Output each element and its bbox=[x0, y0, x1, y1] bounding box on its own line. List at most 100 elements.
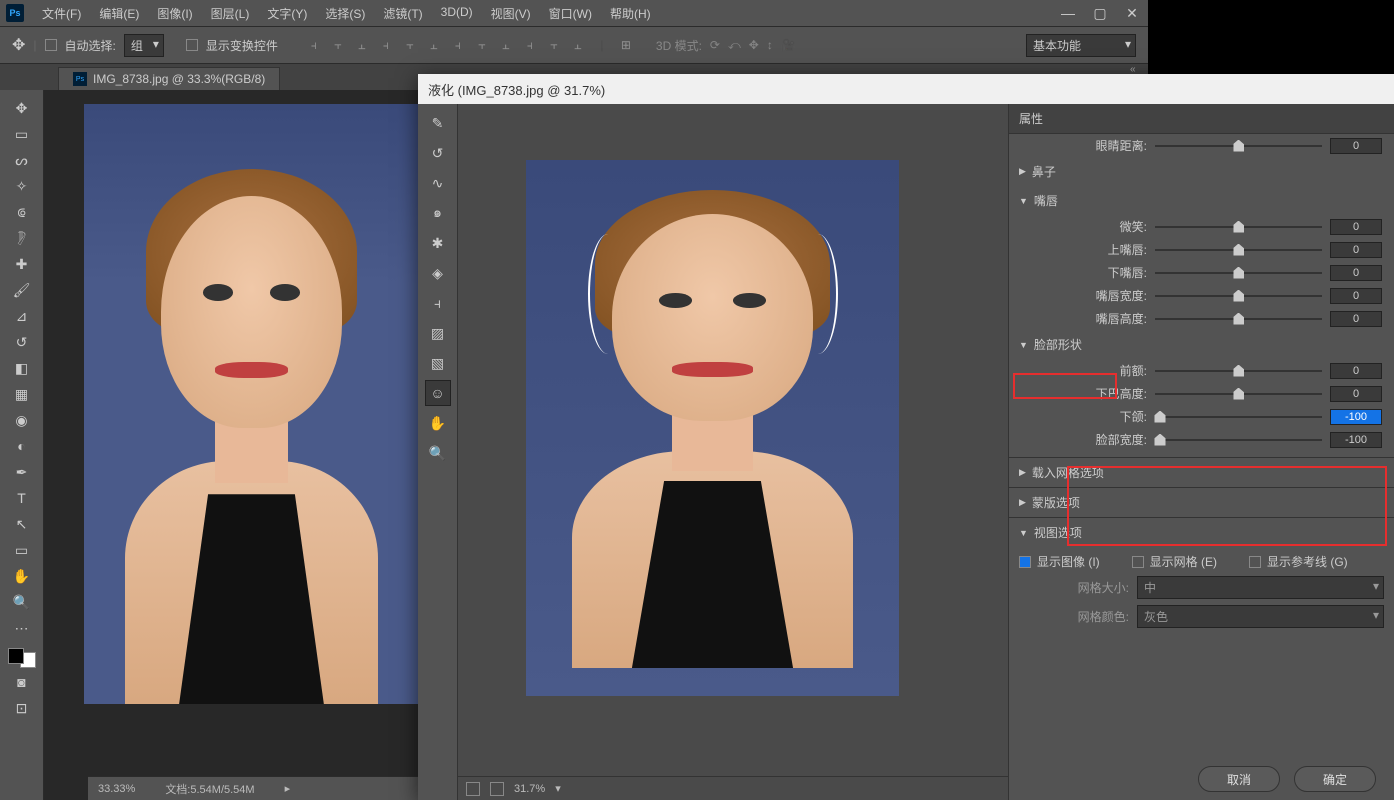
minimize-button[interactable]: — bbox=[1052, 0, 1084, 26]
menu-select[interactable]: 选择(S) bbox=[317, 2, 373, 25]
show-guides-checkbox[interactable] bbox=[1249, 556, 1261, 568]
view-options-section[interactable]: ▼视图选项 bbox=[1009, 517, 1394, 547]
align-icon[interactable]: ⫟ bbox=[474, 37, 490, 53]
align-icon[interactable]: ⫞ bbox=[306, 37, 322, 53]
align-icon[interactable]: ⫠ bbox=[498, 37, 514, 53]
mesh-size-dropdown[interactable]: 中 bbox=[1137, 576, 1384, 599]
type-tool[interactable]: T bbox=[8, 486, 36, 510]
document-tab[interactable]: Ps IMG_8738.jpg @ 33.3%(RGB/8) bbox=[58, 67, 280, 90]
face-width-slider[interactable] bbox=[1155, 432, 1322, 448]
move-tool[interactable]: ✥ bbox=[8, 96, 36, 120]
maximize-button[interactable]: ▢ bbox=[1084, 0, 1116, 26]
eye-distance-slider[interactable] bbox=[1155, 138, 1322, 154]
marquee-tool[interactable]: ▭ bbox=[8, 122, 36, 146]
gradient-tool[interactable]: ▦ bbox=[8, 382, 36, 406]
auto-select-dropdown[interactable]: 组 bbox=[124, 34, 164, 57]
smile-slider[interactable] bbox=[1155, 219, 1322, 235]
jaw-slider[interactable] bbox=[1155, 409, 1322, 425]
smooth-tool[interactable]: ∿ bbox=[425, 170, 451, 196]
upper-lip-value[interactable]: 0 bbox=[1330, 242, 1382, 258]
align-icon[interactable]: ⫞ bbox=[522, 37, 538, 53]
lower-lip-value[interactable]: 0 bbox=[1330, 265, 1382, 281]
push-left-tool[interactable]: ⫞ bbox=[425, 290, 451, 316]
face-guide-left[interactable] bbox=[588, 234, 628, 354]
history-brush-tool[interactable]: ↺ bbox=[8, 330, 36, 354]
mask-options-section[interactable]: ▶蒙版选项 bbox=[1009, 487, 1394, 517]
upper-lip-slider[interactable] bbox=[1155, 242, 1322, 258]
align-icon[interactable]: ⫞ bbox=[450, 37, 466, 53]
align-icon[interactable]: ⫠ bbox=[426, 37, 442, 53]
show-transform-checkbox[interactable] bbox=[186, 39, 198, 51]
cancel-button[interactable]: 取消 bbox=[1198, 766, 1280, 792]
menu-3d[interactable]: 3D(D) bbox=[433, 2, 481, 25]
pucker-tool[interactable]: ✱ bbox=[425, 230, 451, 256]
orbit-icon[interactable]: ⟳ bbox=[710, 38, 720, 52]
dodge-tool[interactable]: ◐ bbox=[8, 434, 36, 458]
chin-height-slider[interactable] bbox=[1155, 386, 1322, 402]
healing-tool[interactable]: ✚ bbox=[8, 252, 36, 276]
menu-help[interactable]: 帮助(H) bbox=[602, 2, 659, 25]
mouth-width-slider[interactable] bbox=[1155, 288, 1322, 304]
menu-window[interactable]: 窗口(W) bbox=[541, 2, 600, 25]
brush-tool[interactable]: 🖌 bbox=[8, 278, 36, 302]
screen-mode[interactable]: ⊡ bbox=[8, 696, 36, 720]
status-arrow-icon[interactable]: ▸ bbox=[285, 782, 291, 795]
edit-toolbar[interactable]: ⋯ bbox=[8, 616, 36, 640]
align-icon[interactable]: ⫟ bbox=[546, 37, 562, 53]
forehead-slider[interactable] bbox=[1155, 363, 1322, 379]
chin-height-value[interactable]: 0 bbox=[1330, 386, 1382, 402]
blur-tool[interactable]: ◉ bbox=[8, 408, 36, 432]
zoom-dropdown-icon[interactable]: ▾ bbox=[555, 782, 561, 795]
forehead-value[interactable]: 0 bbox=[1330, 363, 1382, 379]
jaw-value[interactable]: -100 bbox=[1330, 409, 1382, 425]
workspace-dropdown[interactable]: 基本功能 bbox=[1026, 34, 1136, 57]
eyedropper-tool[interactable]: 𓏢 bbox=[8, 226, 36, 250]
forward-warp-tool[interactable]: ✎ bbox=[425, 110, 451, 136]
eye-distance-value[interactable]: 0 bbox=[1330, 138, 1382, 154]
ok-button[interactable]: 确定 bbox=[1294, 766, 1376, 792]
align-icon[interactable]: ⫠ bbox=[354, 37, 370, 53]
face-guide-right[interactable] bbox=[798, 234, 838, 354]
eraser-tool[interactable]: ◧ bbox=[8, 356, 36, 380]
zoom-tool[interactable]: 🔍 bbox=[425, 440, 451, 466]
thaw-mask-tool[interactable]: ▧ bbox=[425, 350, 451, 376]
mouth-height-value[interactable]: 0 bbox=[1330, 311, 1382, 327]
shape-tool[interactable]: ▭ bbox=[8, 538, 36, 562]
align-icon[interactable]: ⫞ bbox=[378, 37, 394, 53]
smile-value[interactable]: 0 bbox=[1330, 219, 1382, 235]
menu-type[interactable]: 文字(Y) bbox=[259, 2, 315, 25]
mouth-height-slider[interactable] bbox=[1155, 311, 1322, 327]
freeze-mask-tool[interactable]: ▨ bbox=[425, 320, 451, 346]
menu-image[interactable]: 图像(I) bbox=[149, 2, 200, 25]
pan-icon[interactable]: ✥ bbox=[749, 38, 759, 52]
mouth-section[interactable]: ▼嘴唇 bbox=[1009, 186, 1394, 215]
fit-icon[interactable] bbox=[466, 782, 480, 796]
menu-layer[interactable]: 图层(L) bbox=[203, 2, 258, 25]
menu-filter[interactable]: 滤镜(T) bbox=[375, 2, 430, 25]
hand-tool[interactable]: ✋ bbox=[425, 410, 451, 436]
auto-select-checkbox[interactable] bbox=[45, 39, 57, 51]
zoom-tool[interactable]: 🔍 bbox=[8, 590, 36, 614]
liquify-title-bar[interactable]: 液化 (IMG_8738.jpg @ 31.7%) bbox=[418, 74, 1394, 104]
face-tool[interactable]: ☺ bbox=[425, 380, 451, 406]
face-shape-section[interactable]: ▼脸部形状 bbox=[1009, 330, 1394, 359]
bloat-tool[interactable]: ◈ bbox=[425, 260, 451, 286]
path-select-tool[interactable]: ↖ bbox=[8, 512, 36, 536]
lower-lip-slider[interactable] bbox=[1155, 265, 1322, 281]
status-zoom[interactable]: 33.33% bbox=[98, 783, 135, 795]
distribute-icon[interactable]: ⊞ bbox=[618, 37, 634, 53]
mesh-color-dropdown[interactable]: 灰色 bbox=[1137, 605, 1384, 628]
fill-icon[interactable] bbox=[490, 782, 504, 796]
crop-tool[interactable]: ⟃ bbox=[8, 200, 36, 224]
align-icon[interactable]: ⫟ bbox=[402, 37, 418, 53]
color-swatch[interactable] bbox=[8, 648, 36, 668]
close-button[interactable]: ✕ bbox=[1116, 0, 1148, 26]
liquify-canvas[interactable]: 31.7% ▾ bbox=[458, 104, 1008, 800]
show-image-checkbox[interactable] bbox=[1019, 556, 1031, 568]
align-icon[interactable]: ⫟ bbox=[330, 37, 346, 53]
menu-file[interactable]: 文件(F) bbox=[34, 2, 89, 25]
status-doc-size[interactable]: 文档:5.54M/5.54M bbox=[165, 781, 254, 797]
twirl-tool[interactable]: ๑ bbox=[425, 200, 451, 226]
hand-tool[interactable]: ✋ bbox=[8, 564, 36, 588]
quick-mask[interactable]: ◙ bbox=[8, 670, 36, 694]
